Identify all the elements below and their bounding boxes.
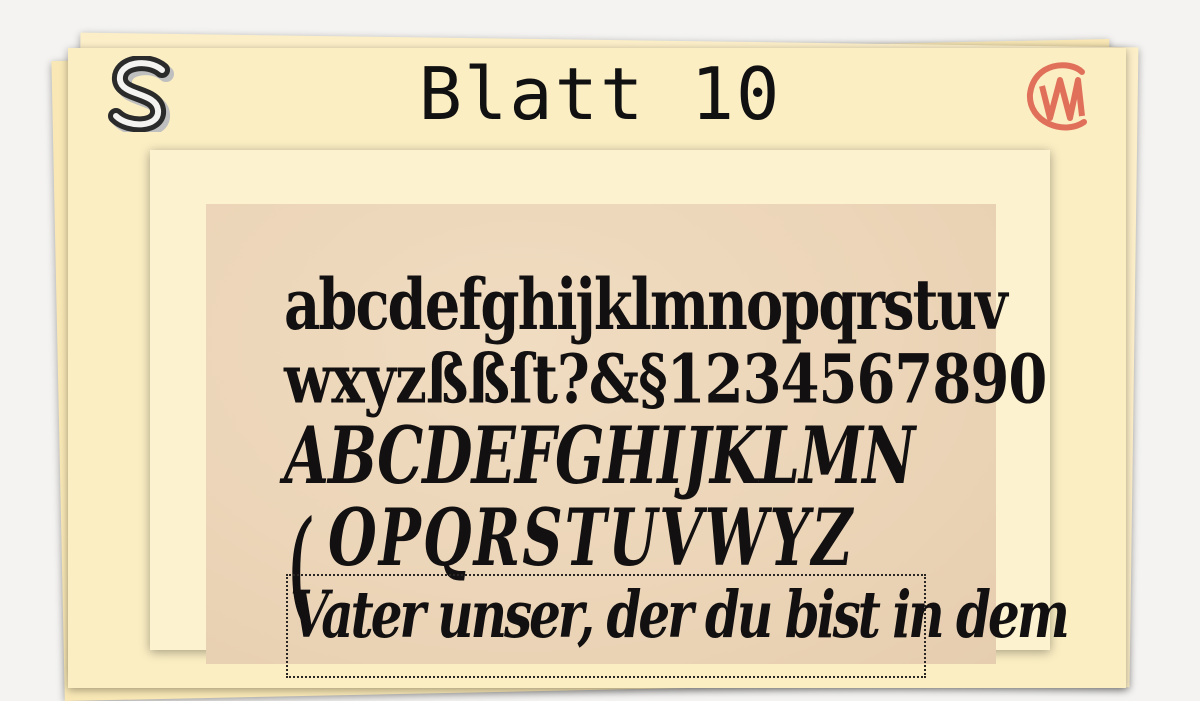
plate-line-uppercase-2: OPQRSTUVWYZ xyxy=(328,492,855,585)
cm-monogram-icon xyxy=(1026,62,1087,131)
alphabet-plate: abcdefghijklmnopqrstuv wxyzßßſt?&§123456… xyxy=(206,204,1070,678)
plate-frame: abcdefghijklmnopqrstuv wxyzßßſt?&§123456… xyxy=(150,150,1070,678)
plate-line-lowercase: abcdefghijklmnopqrstuv xyxy=(284,264,1008,347)
plate-line-symbols: wxyzßßſt?&§1234567890 xyxy=(284,340,1047,420)
s-monogram-icon xyxy=(108,56,174,132)
plate-line-sample-text: Vater unser, der du bist in dem xyxy=(290,576,1070,653)
plate-line-uppercase-1: ABCDEFGHIJKLMN xyxy=(284,410,915,502)
